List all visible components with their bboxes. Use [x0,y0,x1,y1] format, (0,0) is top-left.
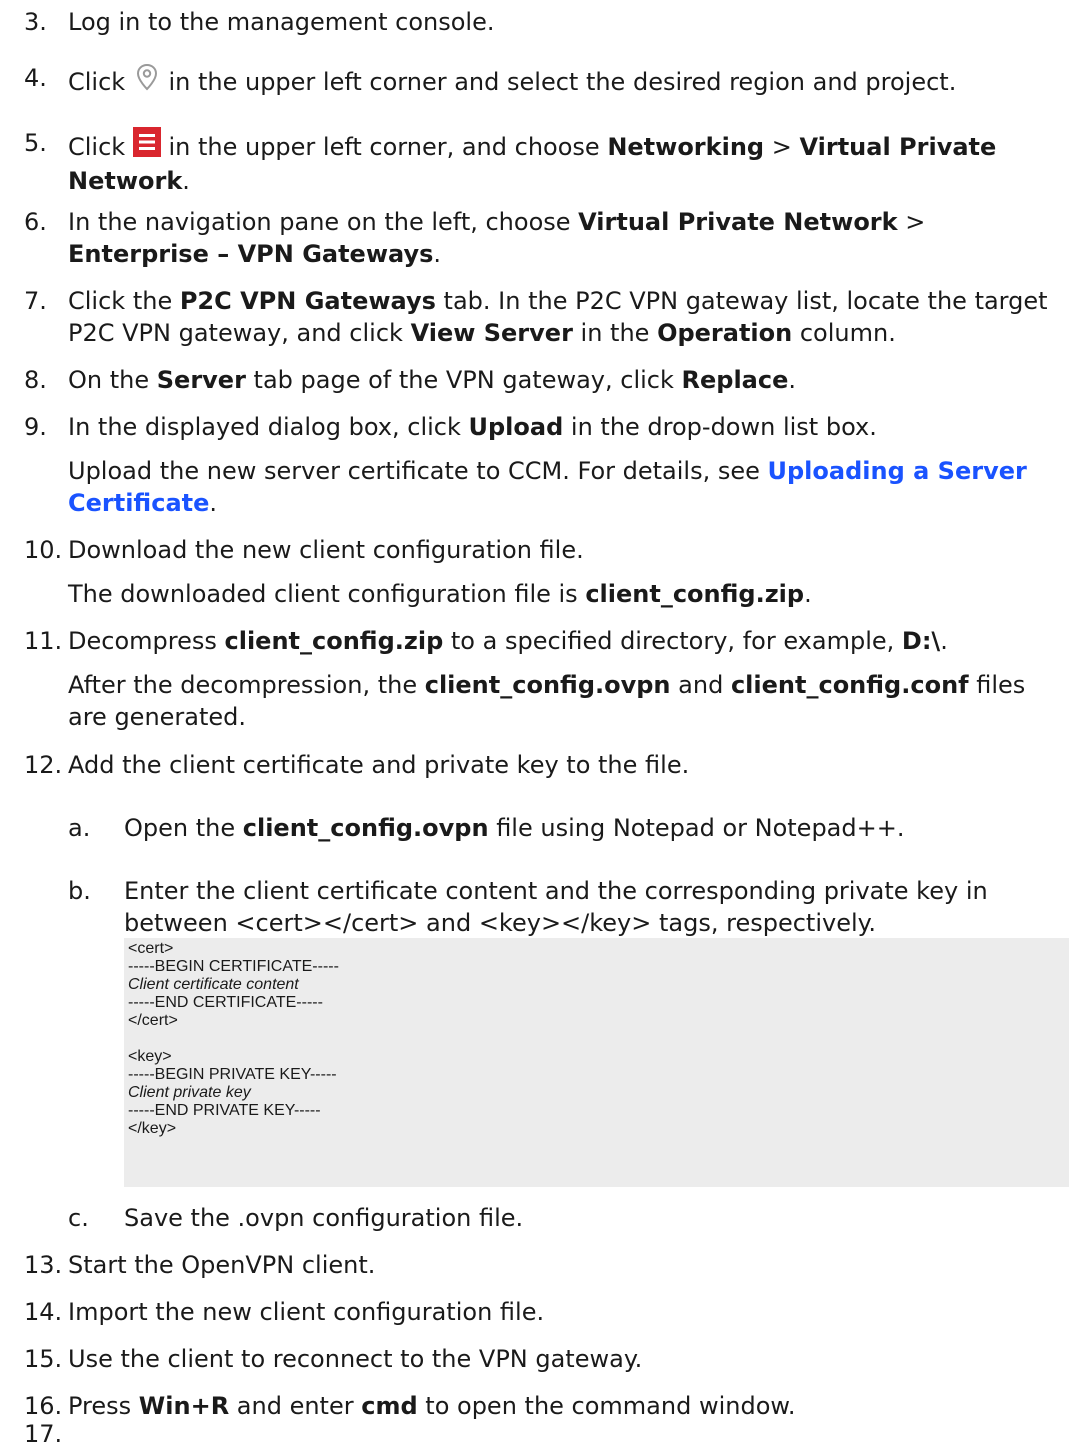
step-text: Press Win+R and enter cmd to open the co… [68,1392,796,1420]
step-number: 13. [24,1251,63,1279]
step-number: 17. [24,1420,63,1448]
menu-hamburger-icon [132,127,161,165]
substep-letter: b. [68,877,91,905]
step-text: Download the new client configuration fi… [68,536,584,564]
step-number: 12. [24,751,63,779]
code-line: </key> [128,1120,177,1137]
substep-letter: c. [68,1204,89,1232]
step-text: On the Server tab page of the VPN gatewa… [68,366,797,394]
step-number: 5. [24,129,47,157]
step-detail: The downloaded client configuration file… [68,580,812,608]
step-text: Click in the upper left corner and selec… [68,62,1067,100]
step-number: 10. [24,536,63,564]
substep-text: Save the .ovpn configuration file. [124,1204,524,1232]
step-text: Log in to the management console. [68,8,495,36]
step-text: Decompress client_config.zip to a specif… [68,627,948,655]
code-line: -----END PRIVATE KEY----- [128,1102,321,1119]
step-text: Use the client to reconnect to the VPN g… [68,1345,643,1373]
code-line: </cert> [128,1012,178,1029]
step-text: Click in the upper left corner, and choo… [68,127,1067,197]
step-number: 14. [24,1298,63,1326]
step-text: Start the OpenVPN client. [68,1251,376,1279]
code-block: <cert> -----BEGIN CERTIFICATE----- Clien… [124,938,1069,1187]
substep-letter: a. [68,814,91,842]
step-text: In the navigation pane on the left, choo… [68,208,926,268]
code-line: -----END CERTIFICATE----- [128,994,323,1011]
step-number: 11. [24,627,63,655]
step-text: Import the new client configuration file… [68,1298,545,1326]
step-text: In the displayed dialog box, click Uploa… [68,413,877,441]
step-number: 4. [24,64,47,92]
step-text: Add the client certificate and private k… [68,751,690,779]
step-number: 8. [24,366,47,394]
code-line: Client certificate content [128,976,299,993]
code-line: -----BEGIN CERTIFICATE----- [128,958,339,975]
step-number: 9. [24,413,47,441]
step-number: 15. [24,1345,63,1373]
substep-text: Open the client_config.ovpn file using N… [124,814,905,842]
code-line: Client private key [128,1084,251,1101]
code-line: -----BEGIN PRIVATE KEY----- [128,1066,337,1083]
step-number: 6. [24,208,47,236]
step-detail: After the decompression, the client_conf… [68,671,1026,731]
code-line: <cert> [128,940,174,957]
step-detail: Upload the new server certificate to CCM… [68,457,1027,517]
step-text: Click the P2C VPN Gateways tab. In the P… [68,287,1048,347]
substep-text: Enter the client certificate content and… [124,877,988,937]
step-number: 7. [24,287,47,315]
code-line: <key> [128,1048,172,1065]
location-pin-icon [133,62,161,100]
step-number: 3. [24,8,47,36]
